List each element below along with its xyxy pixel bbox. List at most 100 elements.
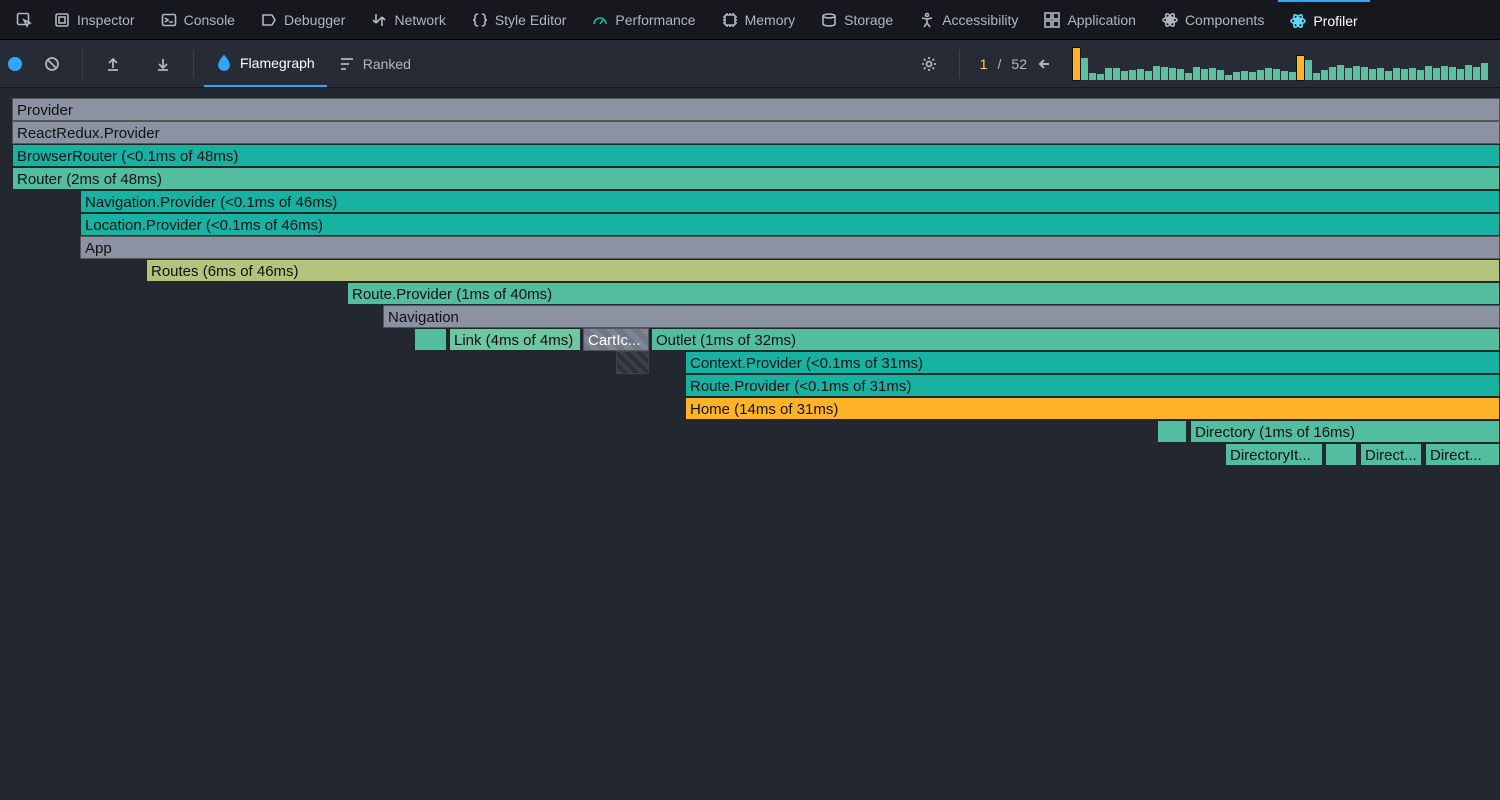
flame-node-diritem[interactable]: Direct... — [1360, 443, 1422, 466]
flame-node-browserrouter[interactable]: BrowserRouter (<0.1ms of 48ms) — [12, 144, 1500, 167]
flame-node-small3[interactable] — [1325, 443, 1357, 466]
flame-node-navprovider[interactable]: Navigation.Provider (<0.1ms of 46ms) — [80, 190, 1500, 213]
commit-bar[interactable] — [1089, 73, 1096, 80]
flame-node-home[interactable]: Home (14ms of 31ms) — [685, 397, 1500, 420]
commit-bar[interactable] — [1393, 68, 1400, 80]
flamegraph: Provider ReactRedux.Provider BrowserRout… — [0, 88, 1500, 466]
flame-node-diritem[interactable]: DirectoryIt... — [1225, 443, 1323, 466]
tab-console[interactable]: Console — [149, 0, 247, 39]
commit-bar[interactable] — [1225, 75, 1232, 80]
tab-memory[interactable]: Memory — [710, 0, 808, 39]
commit-bar[interactable] — [1121, 71, 1128, 80]
prev-commit-button[interactable] — [1037, 56, 1053, 72]
commit-bar[interactable] — [1337, 65, 1344, 80]
tab-network[interactable]: Network — [359, 0, 457, 39]
flame-node-reactredux[interactable]: ReactRedux.Provider — [12, 121, 1500, 144]
commit-bar[interactable] — [1097, 74, 1104, 80]
tab-performance[interactable]: Performance — [580, 0, 707, 39]
tab-inspector[interactable]: Inspector — [42, 0, 147, 39]
commit-bar[interactable] — [1321, 70, 1328, 80]
commit-bar[interactable] — [1465, 65, 1472, 80]
flame-node-small[interactable] — [414, 328, 447, 351]
flame-node-hatched[interactable] — [616, 351, 649, 374]
commit-bar[interactable] — [1441, 66, 1448, 80]
tab-label: Inspector — [77, 12, 135, 28]
commit-bar[interactable] — [1449, 67, 1456, 80]
flamegraph-tab[interactable]: Flamegraph — [204, 40, 327, 87]
commit-bar[interactable] — [1281, 71, 1288, 80]
flame-node-routeprovider2[interactable]: Route.Provider (<0.1ms of 31ms) — [685, 374, 1500, 397]
tab-debugger[interactable]: Debugger — [249, 0, 358, 39]
commit-bar[interactable] — [1265, 68, 1272, 80]
commit-bar[interactable] — [1249, 72, 1256, 80]
commit-bar[interactable] — [1473, 67, 1480, 80]
commit-bar[interactable] — [1361, 67, 1368, 80]
commit-bar[interactable] — [1113, 68, 1120, 80]
commit-bar[interactable] — [1145, 71, 1152, 80]
tab-profiler[interactable]: Profiler — [1278, 0, 1369, 39]
commit-bar[interactable] — [1377, 68, 1384, 80]
download-button[interactable] — [143, 40, 183, 87]
commit-bar[interactable] — [1209, 68, 1216, 80]
flame-node-link[interactable]: Link (4ms of 4ms) — [449, 328, 581, 351]
tab-application[interactable]: Application — [1032, 0, 1148, 39]
commit-bar[interactable] — [1417, 70, 1424, 80]
commit-bar[interactable] — [1329, 67, 1336, 80]
reload-button[interactable] — [32, 40, 72, 87]
commit-bar[interactable] — [1105, 68, 1112, 80]
commit-bar[interactable] — [1241, 71, 1248, 80]
pick-element-button[interactable] — [8, 0, 40, 39]
commit-bar[interactable] — [1217, 70, 1224, 80]
commit-bar[interactable] — [1233, 72, 1240, 80]
commit-bar[interactable] — [1185, 73, 1192, 80]
commit-chart[interactable] — [1063, 48, 1492, 80]
flame-node-small2[interactable] — [1157, 420, 1187, 443]
flame-node-routeprovider1[interactable]: Route.Provider (1ms of 40ms) — [347, 282, 1500, 305]
commit-bar[interactable] — [1369, 69, 1376, 80]
commit-bar[interactable] — [1193, 67, 1200, 80]
commit-bar[interactable] — [1313, 73, 1320, 80]
settings-button[interactable] — [909, 40, 949, 87]
commit-bar[interactable] — [1257, 70, 1264, 80]
commit-bar[interactable] — [1353, 66, 1360, 80]
flame-node-router[interactable]: Router (2ms of 48ms) — [12, 167, 1500, 190]
commit-bar[interactable] — [1305, 60, 1312, 80]
flame-node-provider[interactable]: Provider — [12, 98, 1500, 121]
flame-node-diritem[interactable]: Direct... — [1425, 443, 1500, 466]
commit-bar[interactable] — [1289, 72, 1296, 80]
commit-bar[interactable] — [1457, 69, 1464, 80]
upload-button[interactable] — [93, 40, 133, 87]
record-button[interactable] — [8, 57, 22, 71]
commit-bar[interactable] — [1401, 69, 1408, 80]
flame-node-contextprovider[interactable]: Context.Provider (<0.1ms of 31ms) — [685, 351, 1500, 374]
ranked-tab[interactable]: Ranked — [327, 40, 423, 87]
commit-bar[interactable] — [1409, 68, 1416, 80]
flame-node-app[interactable]: App — [80, 236, 1500, 259]
commit-bar[interactable] — [1153, 66, 1160, 80]
commit-bar[interactable] — [1481, 63, 1488, 80]
flame-node-locprovider[interactable]: Location.Provider (<0.1ms of 46ms) — [80, 213, 1500, 236]
commit-bar[interactable] — [1297, 56, 1304, 80]
flame-node-outlet[interactable]: Outlet (1ms of 32ms) — [651, 328, 1500, 351]
commit-bar[interactable] — [1161, 67, 1168, 80]
commit-bar[interactable] — [1425, 66, 1432, 80]
tab-storage[interactable]: Storage — [809, 0, 905, 39]
commit-bar[interactable] — [1433, 68, 1440, 80]
tab-accessibility[interactable]: Accessibility — [907, 0, 1030, 39]
commit-bar[interactable] — [1385, 71, 1392, 80]
flame-node-carticon[interactable]: CartIc... — [583, 328, 649, 351]
commit-bar[interactable] — [1201, 69, 1208, 80]
flame-node-routes[interactable]: Routes (6ms of 46ms) — [146, 259, 1500, 282]
tab-style-editor[interactable]: Style Editor — [460, 0, 579, 39]
commit-bar[interactable] — [1273, 69, 1280, 80]
commit-bar[interactable] — [1073, 48, 1080, 80]
commit-bar[interactable] — [1137, 69, 1144, 80]
commit-bar[interactable] — [1177, 69, 1184, 80]
commit-bar[interactable] — [1081, 58, 1088, 80]
commit-bar[interactable] — [1345, 68, 1352, 80]
commit-bar[interactable] — [1169, 68, 1176, 80]
flame-node-navigation[interactable]: Navigation — [383, 305, 1500, 328]
flame-node-directory[interactable]: Directory (1ms of 16ms) — [1190, 420, 1500, 443]
tab-components[interactable]: Components — [1150, 0, 1276, 39]
commit-bar[interactable] — [1129, 70, 1136, 80]
